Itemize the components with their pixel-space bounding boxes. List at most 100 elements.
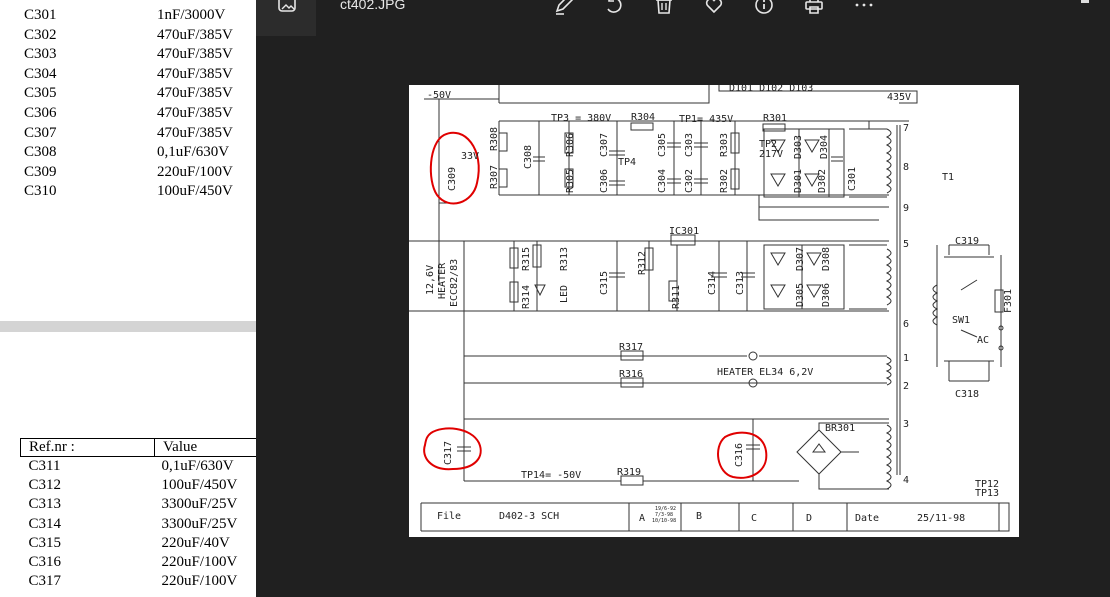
label-r316: R316	[619, 369, 643, 380]
title-rev-a: A	[639, 513, 645, 524]
label-c307: C307	[599, 133, 610, 157]
label-r311: R311	[671, 285, 682, 309]
label-tp4: TP4	[618, 157, 636, 168]
cell-ref: C316	[28, 554, 62, 571]
title-file-value: D402-3 SCH	[499, 511, 559, 522]
label-d304: D304	[819, 135, 830, 159]
cell-ref: C311	[28, 458, 61, 474]
label-ic301: IC301	[669, 226, 699, 237]
label-r301: R301	[763, 113, 787, 124]
part-ref: C303	[24, 46, 57, 63]
column-header-value: Value	[154, 438, 256, 457]
label-c317: C317	[443, 441, 454, 465]
label-pin6: 6	[903, 319, 909, 330]
label-c313: C313	[735, 271, 746, 295]
title-date-value: 25/11-98	[917, 513, 965, 524]
cell-value: 220uF/100V	[161, 573, 238, 590]
label-c316: C316	[734, 443, 745, 467]
label-c315: C315	[599, 271, 610, 295]
rotate-icon[interactable]	[603, 0, 625, 16]
label-33v: 33V	[461, 151, 479, 162]
print-icon[interactable]	[803, 0, 825, 16]
label-d301: D301	[793, 169, 804, 193]
favorite-icon[interactable]	[703, 0, 725, 16]
label-heater-el34: HEATER EL34 6,2V	[717, 367, 813, 378]
cell-ref: C314	[28, 515, 62, 532]
label-r317: R317	[619, 342, 643, 353]
part-value: 220uF/100V	[157, 163, 233, 180]
schematic-image[interactable]: -50V D101 D102 D103 435V TP3 = 380V R304…	[409, 85, 1019, 537]
label-c314: C314	[707, 271, 718, 295]
label-tp1: TP1= 435V	[679, 114, 733, 125]
part-ref: C307	[24, 124, 57, 141]
label-c302: C302	[684, 169, 695, 193]
title-rev-date-3: 10/10-98	[652, 518, 676, 524]
window-corner-mark	[1081, 0, 1089, 3]
label-r312: R312	[637, 251, 648, 275]
part-ref: C308	[24, 144, 57, 161]
thumbnail-button[interactable]	[256, 0, 316, 36]
cell-value: 3300uF/25V	[161, 496, 238, 513]
label-heater: HEATER	[437, 262, 448, 299]
cell-value: 100uF/450V	[161, 477, 238, 494]
label-r305: R305	[565, 169, 576, 193]
part-ref: C305	[24, 85, 57, 102]
part-value: 470uF/385V	[157, 65, 233, 82]
part-value: 470uF/385V	[157, 85, 233, 102]
parts-table: Ref.nr : Value C311 0,1uF/630V C312 100uF/4…	[20, 438, 256, 591]
cell-ref: C312	[28, 477, 62, 494]
label-led: LED	[559, 285, 570, 303]
cell-value: 3300uF/25V	[161, 515, 238, 532]
more-icon[interactable]	[853, 0, 875, 16]
label-c318: C318	[955, 389, 979, 400]
file-name: ct402.JPG	[340, 0, 406, 12]
label-d101: D101 D102 D103	[729, 85, 813, 94]
cell-ref: C315	[28, 534, 62, 551]
table-row: C315 220uF/40V	[21, 534, 257, 553]
edit-icon[interactable]	[553, 0, 575, 16]
part-ref: C310	[24, 183, 57, 200]
table-row: C317 220uF/100V	[21, 572, 257, 591]
label-f301: F301	[1003, 289, 1014, 313]
label-r314: R314	[521, 285, 532, 309]
label-pin1: 1	[903, 353, 909, 364]
label-tp14: TP14= -50V	[521, 470, 581, 481]
label-d308: D308	[821, 247, 832, 271]
table-row: C316 220uF/100V	[21, 553, 257, 572]
label-pin2: 2	[903, 381, 909, 392]
label-pin3: 3	[903, 419, 909, 430]
page-separator	[0, 321, 256, 332]
label-sw1: SW1	[952, 315, 970, 326]
part-value: 0,1uF/630V	[157, 144, 230, 161]
label-d305: D305	[795, 283, 806, 307]
label-ac: AC	[977, 335, 989, 346]
label-c306: C306	[599, 169, 610, 193]
part-value: 470uF/385V	[157, 124, 233, 141]
cell-value: 0,1uF/630V	[161, 458, 234, 474]
title-rev-c: C	[751, 513, 757, 524]
label-435v: 435V	[887, 92, 911, 103]
label-r303: R303	[719, 133, 730, 157]
label-d303: D303	[793, 135, 804, 159]
label-r306: R306	[565, 133, 576, 157]
part-ref: C309	[24, 163, 57, 180]
label-pin5: 5	[903, 239, 909, 250]
label-r313: R313	[559, 247, 570, 271]
info-icon[interactable]	[753, 0, 775, 16]
label-d306: D306	[821, 283, 832, 307]
part-value: 100uF/450V	[157, 183, 233, 200]
part-value: 470uF/385V	[157, 26, 233, 43]
label-c319: C319	[955, 236, 979, 247]
label-c305: C305	[657, 133, 668, 157]
table-row: C314 3300uF/25V	[21, 515, 257, 534]
title-rev-d: D	[806, 513, 812, 524]
part-ref: C301	[24, 7, 57, 23]
label-d307: D307	[795, 247, 806, 271]
part-value: 470uF/385V	[157, 46, 233, 63]
label-r308: R308	[489, 127, 500, 151]
label-r315: R315	[521, 247, 532, 271]
cell-ref: C317	[28, 573, 62, 590]
delete-icon[interactable]	[653, 0, 675, 16]
part-ref: C302	[24, 26, 57, 43]
label-pin7: 7	[903, 123, 909, 134]
